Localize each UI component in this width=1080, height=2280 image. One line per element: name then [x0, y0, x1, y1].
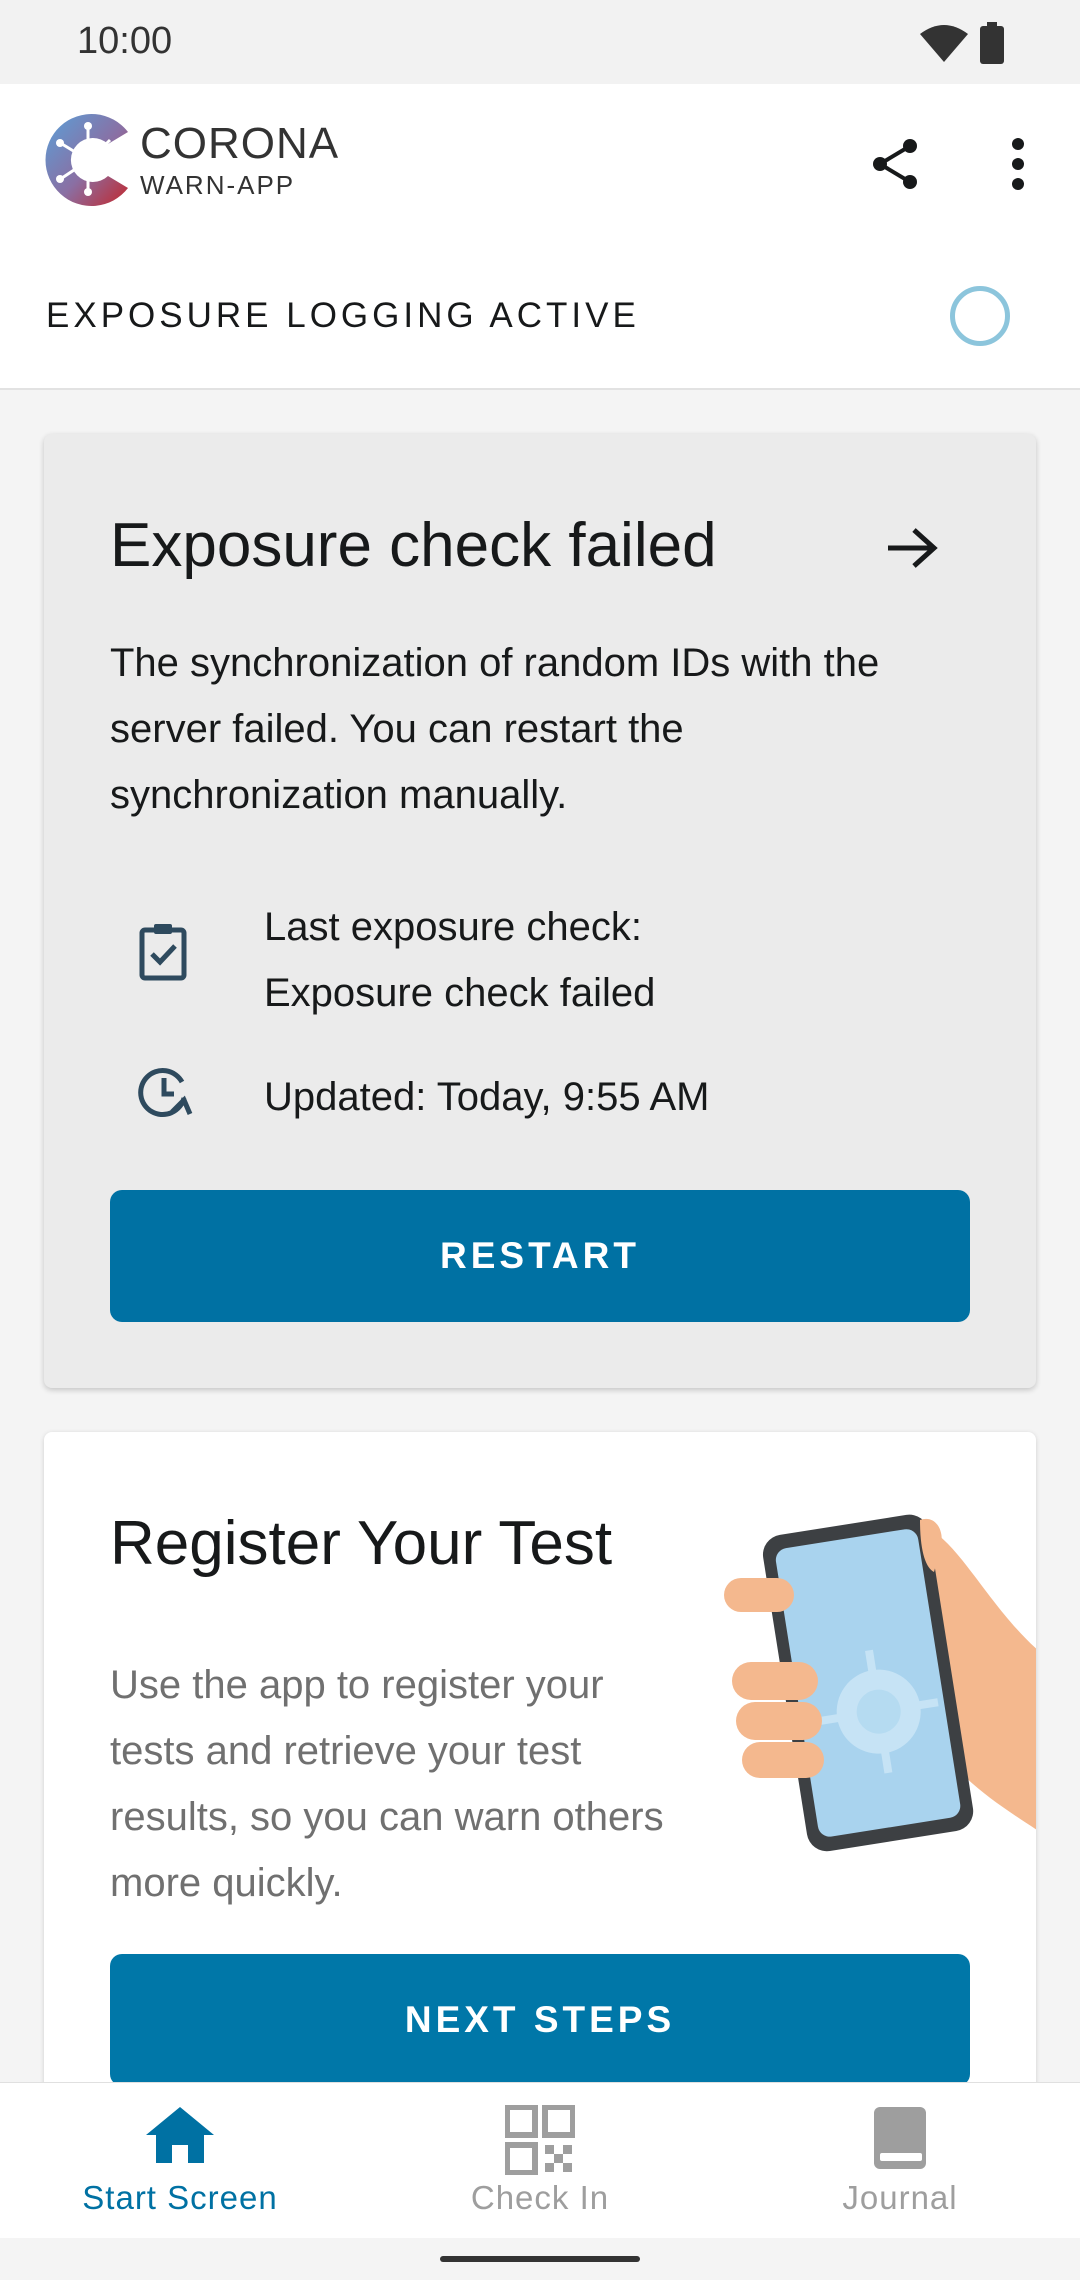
nav-label-check-in: Check In — [470, 2179, 610, 2216]
logo-title: CORONA — [140, 119, 340, 168]
nav-item-journal[interactable]: Journal — [720, 2083, 1080, 2239]
system-gesture-bar — [0, 2238, 1080, 2280]
arrow-right-icon[interactable] — [884, 526, 940, 575]
exposure-check-title: Exposure check failed — [110, 511, 717, 580]
exposure-check-description: The synchronization of random IDs with t… — [110, 641, 880, 817]
battery-icon — [980, 22, 1004, 69]
qr-code-icon — [504, 2104, 576, 2180]
home-gesture-handle[interactable] — [440, 2256, 640, 2262]
last-exposure-check-text: Last exposure check: Exposure check fail… — [264, 894, 655, 1026]
exposure-logging-status-ring-icon — [950, 286, 1010, 346]
status-bar: 10:00 — [0, 0, 1080, 84]
updated-timestamp: Updated: Today, 9:55 AM — [264, 1075, 710, 1119]
corona-warn-app-logo-icon — [42, 110, 134, 215]
app-logo-text: CORONA WARN-APP — [140, 119, 340, 200]
register-test-card[interactable]: Register Your Test Use the app to regist… — [44, 1432, 1036, 2132]
register-test-title: Register Your Test — [110, 1509, 613, 1578]
nav-label-journal: Journal — [842, 2179, 958, 2216]
more-options-icon[interactable] — [996, 134, 1040, 199]
status-time: 10:00 — [77, 20, 173, 62]
app-bar: CORONA WARN-APP EXPOSURE LOGGING ACTIVE — [0, 84, 1080, 390]
exposure-check-card[interactable]: Exposure check failed The synchronizatio… — [44, 434, 1036, 1388]
clock-refresh-icon — [134, 1062, 194, 1127]
share-icon[interactable] — [866, 134, 926, 199]
next-steps-button[interactable]: NEXT STEPS — [110, 1954, 970, 2086]
register-test-description: Use the app to register your tests and r… — [110, 1663, 664, 1905]
nav-label-start-screen: Start Screen — [82, 2179, 278, 2216]
last-exposure-check-value: Exposure check failed — [264, 971, 656, 1015]
exposure-logging-status-label[interactable]: EXPOSURE LOGGING ACTIVE — [46, 296, 640, 336]
home-icon — [144, 2105, 216, 2170]
phone-in-hand-illustration — [724, 1502, 1036, 1867]
last-exposure-check-label: Last exposure check: — [264, 905, 642, 949]
nav-item-start-screen[interactable]: Start Screen — [0, 2083, 360, 2239]
wifi-icon — [918, 24, 970, 69]
clipboard-check-icon — [138, 922, 188, 987]
nav-item-check-in[interactable]: Check In — [360, 2083, 720, 2239]
restart-button[interactable]: RESTART — [110, 1190, 970, 1322]
logo-subtitle: WARN-APP — [140, 170, 296, 200]
bottom-navigation: Start Screen Check In Journal — [0, 2082, 1080, 2238]
book-icon — [872, 2105, 928, 2176]
